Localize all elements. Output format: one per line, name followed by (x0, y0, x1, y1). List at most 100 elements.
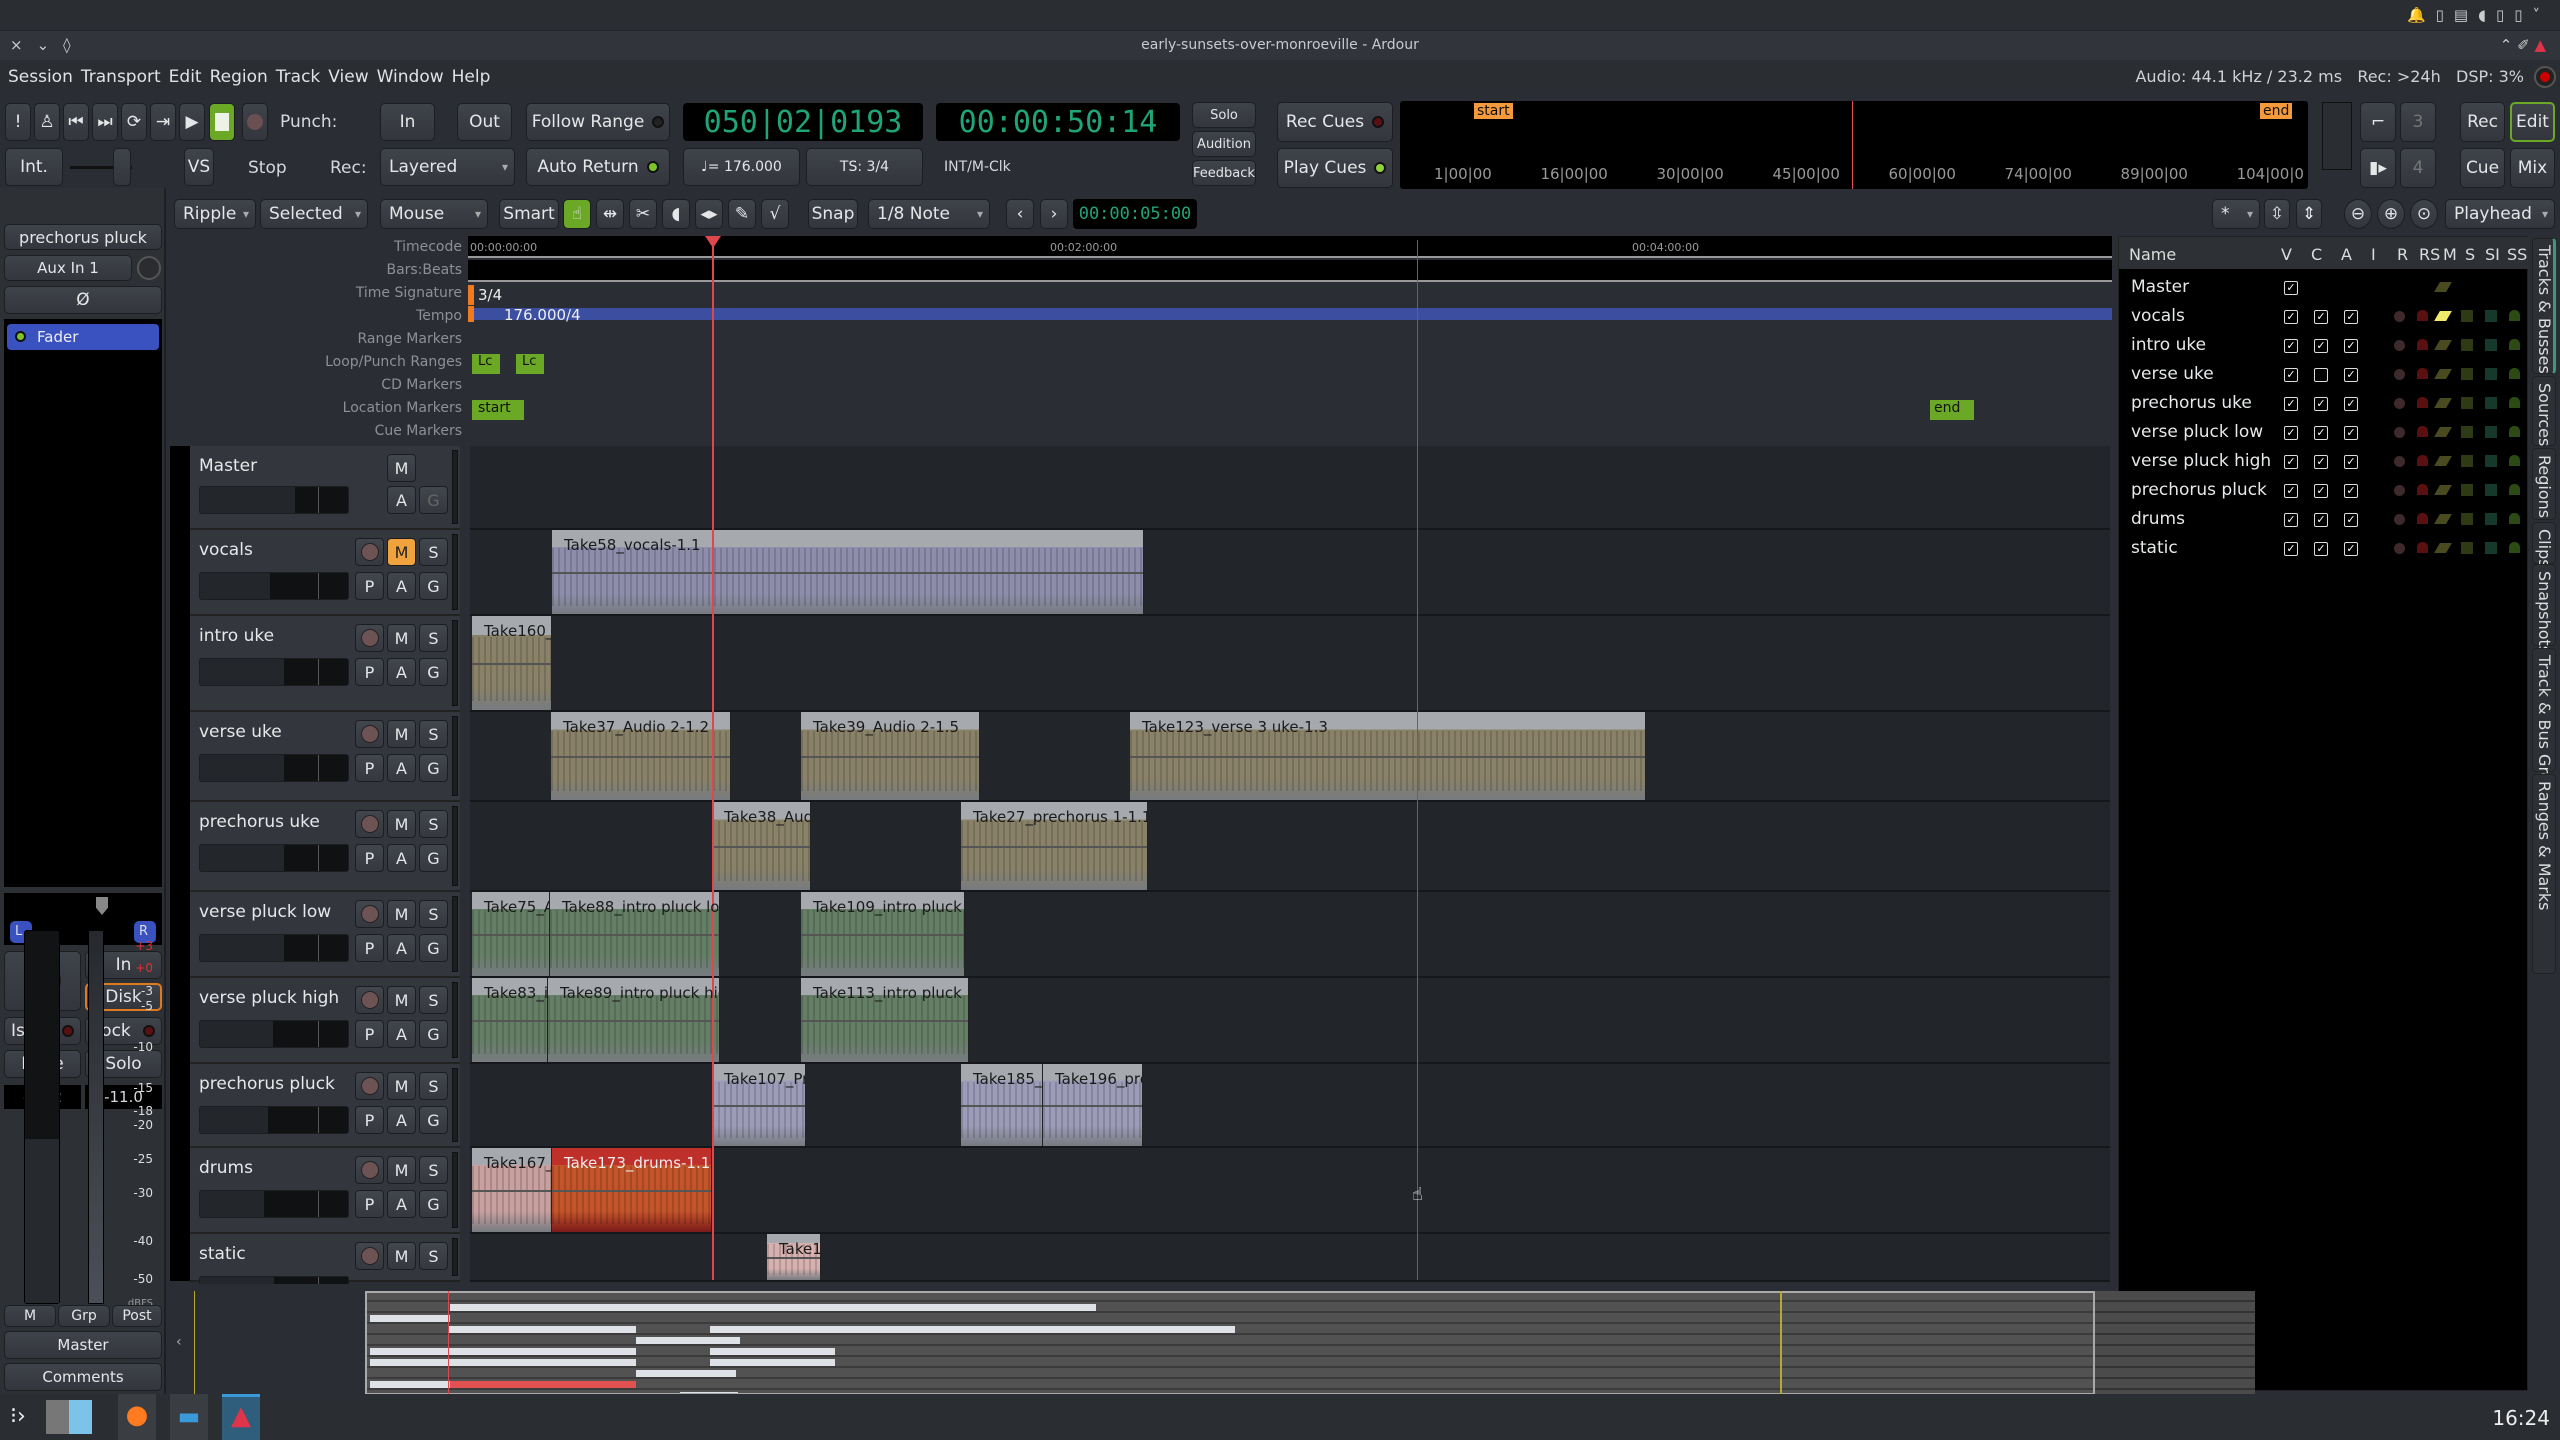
solo-button[interactable]: S (419, 624, 448, 652)
stop-button[interactable] (209, 103, 235, 141)
audio-region[interactable]: Take107_Pre (712, 1064, 806, 1146)
checkbox-a[interactable]: ✓ (2344, 397, 2358, 411)
rec-dot-icon[interactable] (2394, 427, 2405, 438)
automation-button[interactable]: A (387, 1020, 416, 1048)
track-header[interactable]: static M S (190, 1234, 460, 1304)
track-lane[interactable] (470, 446, 2110, 530)
audio-region[interactable]: Take27_prechorus 1-1.11 (961, 802, 1148, 890)
list-column-header[interactable]: RS (2419, 245, 2440, 264)
ts-marker[interactable] (468, 285, 474, 305)
nudge-forward-icon[interactable]: › (1040, 199, 1068, 229)
solo-button[interactable]: S (419, 538, 448, 566)
monitor-icon[interactable] (2434, 282, 2452, 292)
mix-window-button[interactable]: Mix (2510, 148, 2555, 188)
track-gain-slider[interactable] (199, 754, 349, 782)
tempo-curve[interactable] (468, 308, 2112, 320)
solo-isolate-icon[interactable] (2485, 310, 2497, 322)
edit-point-dropdown[interactable]: Mouse (380, 199, 488, 229)
list-column-header[interactable]: A (2341, 245, 2352, 264)
nudge-clock[interactable]: 00:00:05:00 (1073, 199, 1197, 229)
track-gain-slider[interactable] (199, 934, 349, 962)
track-name[interactable]: intro uke (199, 626, 274, 646)
mute-indicator-icon[interactable] (2434, 514, 2452, 524)
solo-isolate-icon[interactable] (2485, 484, 2497, 496)
processor-box[interactable]: Fader (4, 319, 162, 887)
audio-region[interactable]: Take58_vocals-1.1 (552, 530, 1144, 614)
checkbox-c[interactable]: ✓ (2314, 397, 2328, 411)
checkbox-c[interactable]: ✓ (2314, 484, 2328, 498)
checkbox-c[interactable]: ✓ (2314, 310, 2328, 324)
list-column-header[interactable]: R (2397, 245, 2408, 264)
ruler-label[interactable]: CD Markers (381, 377, 462, 393)
ruler-label[interactable]: Time Signature (356, 285, 462, 301)
list-column-header[interactable]: M (2443, 245, 2457, 264)
mute-button[interactable]: M (387, 538, 416, 566)
track-lane[interactable]: Take37_Audio 2-1.2 Take39_Audio 2-1.5 Take… (470, 712, 2110, 802)
snap-button[interactable]: Snap (808, 199, 858, 229)
list-row[interactable]: static ✓ ✓ ✓ (2119, 536, 2529, 564)
track-lane[interactable]: Take167_ Take173_drums-1.1 (470, 1148, 2110, 1234)
solo-safe-lock-icon[interactable] (2509, 542, 2520, 553)
track-name[interactable]: drums (199, 1158, 253, 1178)
virtual-desktops-pager[interactable] (46, 1400, 92, 1434)
play-range-button[interactable]: ⇥ (150, 103, 176, 141)
rec-arm-button[interactable] (355, 624, 384, 652)
list-row[interactable]: verse pluck high ✓ ✓ ✓ (2119, 449, 2529, 477)
track-header[interactable]: intro uke M S P A G (190, 616, 460, 712)
list-column-header[interactable]: SI (2485, 245, 2500, 264)
timecode-clock[interactable]: 00:00:50:14 (936, 103, 1180, 141)
tempo-marker[interactable] (468, 306, 474, 322)
shuttle-slider[interactable] (113, 148, 131, 186)
solo-isolate-icon[interactable] (2485, 426, 2497, 438)
rec-arm-button[interactable] (355, 1072, 384, 1100)
automation-button[interactable]: A (387, 844, 416, 872)
punch-in-button[interactable]: In (380, 103, 435, 141)
audio-region[interactable]: Take37_Audio 2-1.2 (551, 712, 731, 800)
punch-marker[interactable]: Lc (516, 354, 544, 374)
checkbox-v[interactable]: ✓ (2284, 339, 2298, 353)
audio-region[interactable]: Take113_intro pluck hi (801, 978, 969, 1062)
solo-indicator-icon[interactable] (2461, 542, 2473, 554)
checkbox-c[interactable]: ✓ (2314, 455, 2328, 469)
range-tool-icon[interactable]: ⇹ (596, 199, 624, 229)
metronome-button[interactable]: ♙ (34, 103, 60, 141)
checkbox-c[interactable] (2314, 368, 2328, 382)
track-gain-slider[interactable] (199, 1190, 349, 1218)
menu-session[interactable]: Session (4, 62, 77, 92)
processor-led[interactable] (15, 331, 26, 342)
input-trim-knob[interactable] (137, 256, 161, 280)
zoom-in-icon[interactable]: ⊕ (2377, 199, 2405, 229)
phase-invert-button[interactable]: Ø (4, 286, 162, 314)
track-header[interactable]: Master M A G (190, 446, 460, 530)
rec-cues-button[interactable]: Rec Cues (1277, 102, 1393, 142)
solo-indicator-icon[interactable] (2461, 310, 2473, 322)
bbt-clock[interactable]: 050|02|0193 (683, 103, 923, 141)
checkbox-a[interactable]: ✓ (2344, 310, 2358, 324)
auto-return-button[interactable]: Auto Return (526, 148, 670, 186)
audio-region[interactable]: Take167_ (472, 1148, 552, 1232)
checkbox-v[interactable]: ✓ (2284, 310, 2298, 324)
app-launcher-icon[interactable]: ⁝› (10, 1404, 26, 1429)
track-name[interactable]: prechorus pluck (199, 1074, 335, 1094)
mute-indicator-icon[interactable] (2434, 543, 2452, 553)
list-column-header[interactable]: S (2465, 245, 2475, 264)
menu-help[interactable]: Help (448, 62, 495, 92)
checkbox-v[interactable]: ✓ (2284, 281, 2298, 295)
gain-fader[interactable] (24, 930, 60, 1304)
solo-isolate-icon[interactable] (2485, 513, 2497, 525)
rec-dot-icon[interactable] (2394, 485, 2405, 496)
menu-transport[interactable]: Transport (77, 62, 165, 92)
group-button[interactable]: G (419, 1190, 448, 1218)
error-indicator[interactable] (2534, 66, 2556, 88)
mute-button[interactable]: M (387, 720, 416, 748)
grid-type-dropdown[interactable]: 1/8 Note (868, 199, 990, 229)
checkbox-v[interactable]: ✓ (2284, 484, 2298, 498)
internal-sync-button[interactable]: Int. (5, 148, 63, 186)
track-gain-slider[interactable] (199, 1106, 349, 1134)
mute-button[interactable]: M (387, 624, 416, 652)
summary-pane[interactable]: ‹ › (170, 1284, 2255, 1401)
summary-viewport[interactable] (365, 1291, 2095, 1395)
track-header[interactable]: vocals M S P A G (190, 530, 460, 616)
list-track-name[interactable]: verse pluck high (2131, 451, 2271, 471)
cue-window-button[interactable]: Cue (2460, 148, 2505, 188)
